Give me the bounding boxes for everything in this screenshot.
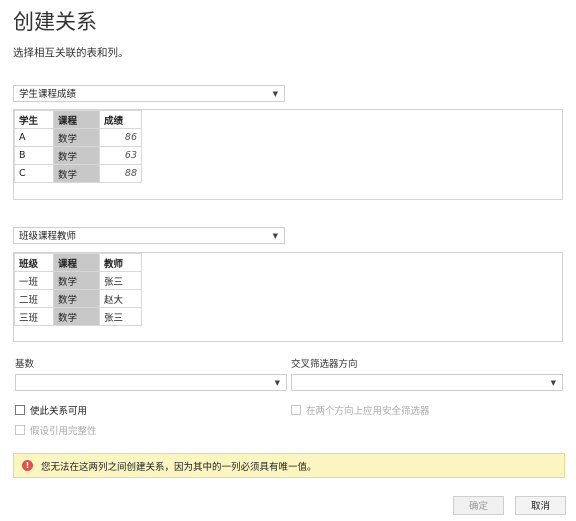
table2-header-selected[interactable]: 课程 <box>53 253 100 272</box>
table-row: C 数学 88 <box>14 164 142 183</box>
chevron-down-icon: ▼ <box>274 379 280 387</box>
table1-header-selected[interactable]: 课程 <box>53 110 100 129</box>
table-cell: C <box>14 164 54 183</box>
table-cell: 三班 <box>14 307 54 326</box>
warning-icon: ! <box>22 460 33 471</box>
ok-button[interactable]: 确定 <box>453 496 504 515</box>
table2-preview: 班级 课程 教师 一班 数学 张三 二班 数学 赵大 三班 数学 张三 <box>13 252 563 342</box>
table1-header[interactable]: 学生 <box>14 110 54 129</box>
chevron-down-icon: ▼ <box>272 90 278 98</box>
warning-banner: ! 您无法在这两列之间创建关系，因为其中的一列必须具有唯一值。 <box>13 453 565 478</box>
table2-header[interactable]: 教师 <box>99 253 142 272</box>
table-cell: 数学 <box>53 146 100 165</box>
assume-integrity-checkbox[interactable]: 假设引用完整性 <box>15 423 97 437</box>
table1-grid: 学生 课程 成绩 A 数学 86 B 数学 63 C 数学 88 <box>14 110 142 183</box>
table-cell: A <box>14 128 54 147</box>
table-row: A 数学 86 <box>14 128 142 147</box>
table1-select[interactable]: 学生课程成绩 ▼ <box>13 85 285 102</box>
chevron-down-icon: ▼ <box>550 379 556 387</box>
checkbox-box[interactable] <box>15 425 25 435</box>
table1-header[interactable]: 成绩 <box>99 110 142 129</box>
chevron-down-icon: ▼ <box>272 232 278 240</box>
table2-select-value: 班级课程教师 <box>19 231 77 242</box>
table-row: 三班 数学 张三 <box>14 307 142 326</box>
table1-preview: 学生 课程 成绩 A 数学 86 B 数学 63 C 数学 88 <box>13 109 563 200</box>
table2-header[interactable]: 班级 <box>14 253 54 272</box>
cardinality-select[interactable]: ▼ <box>15 374 287 391</box>
table-cell: 二班 <box>14 289 54 308</box>
warning-message: 您无法在这两列之间创建关系，因为其中的一列必须具有唯一值。 <box>41 461 317 473</box>
table1-select-value: 学生课程成绩 <box>19 89 77 100</box>
table-cell: 88 <box>99 164 142 183</box>
table-cell: 数学 <box>53 307 100 326</box>
crossfilter-select[interactable]: ▼ <box>291 374 563 391</box>
table-cell: 数学 <box>53 289 100 308</box>
dialog-title: 创建关系 <box>13 10 97 34</box>
security-filter-label: 在两个方向上应用安全筛选器 <box>306 406 430 417</box>
table-row: B 数学 63 <box>14 146 142 165</box>
cancel-button[interactable]: 取消 <box>515 496 566 515</box>
table-cell: 数学 <box>53 271 100 290</box>
checkbox-box[interactable] <box>15 405 25 415</box>
table-cell: 63 <box>99 146 142 165</box>
crossfilter-label: 交叉筛选器方向 <box>291 359 358 370</box>
table-row: 二班 数学 赵大 <box>14 289 142 308</box>
make-active-checkbox[interactable]: 使此关系可用 <box>15 403 87 417</box>
table-cell: 赵大 <box>99 289 142 308</box>
make-active-label: 使此关系可用 <box>30 406 88 417</box>
table2-select[interactable]: 班级课程教师 ▼ <box>13 227 285 244</box>
table-row: 一班 数学 张三 <box>14 271 142 290</box>
cardinality-label: 基数 <box>15 359 35 370</box>
table-cell: 数学 <box>53 164 100 183</box>
table-cell: B <box>14 146 54 165</box>
table-cell: 张三 <box>99 271 142 290</box>
table-cell: 86 <box>99 128 142 147</box>
assume-integrity-label: 假设引用完整性 <box>30 426 97 437</box>
table-cell: 张三 <box>99 307 142 326</box>
checkbox-box[interactable] <box>291 405 301 415</box>
table-cell: 一班 <box>14 271 54 290</box>
security-filter-checkbox[interactable]: 在两个方向上应用安全筛选器 <box>291 403 430 417</box>
table-cell: 数学 <box>53 128 100 147</box>
table2-grid: 班级 课程 教师 一班 数学 张三 二班 数学 赵大 三班 数学 张三 <box>14 253 142 326</box>
dialog-subtitle: 选择相互关联的表和列。 <box>13 47 129 59</box>
